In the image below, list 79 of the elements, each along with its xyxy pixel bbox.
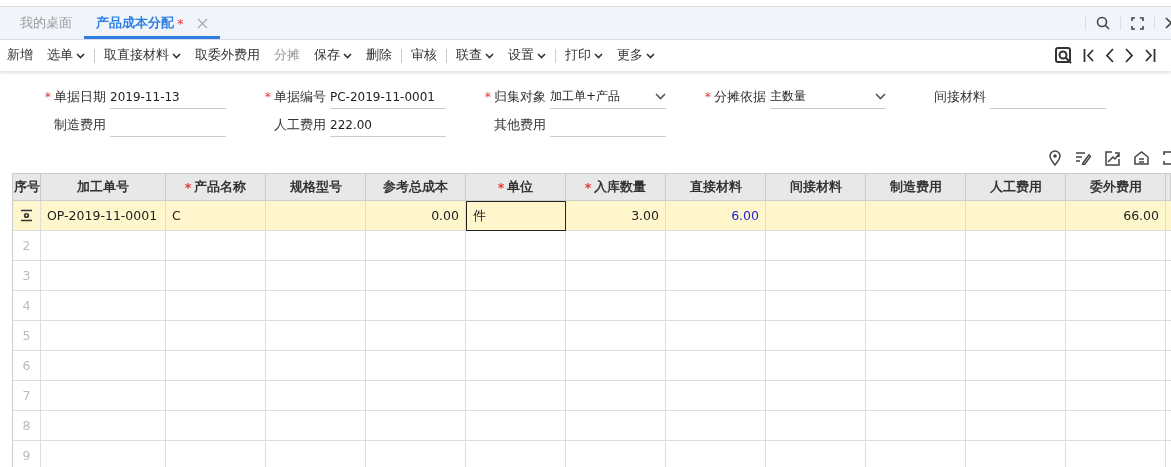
- caret-icon: [485, 52, 494, 59]
- select-field[interactable]: 加工单+产品: [550, 85, 666, 109]
- column-title: 产品名称: [194, 178, 247, 196]
- toolbar-button[interactable]: 设置: [501, 45, 553, 66]
- table-cell: 66.00: [1066, 201, 1166, 231]
- required-mark: *: [704, 88, 711, 104]
- column-title: 规格型号: [289, 178, 342, 196]
- chart-icon[interactable]: [1105, 150, 1120, 166]
- row-number: 7: [13, 381, 41, 411]
- toolbar-button[interactable]: 删除: [359, 45, 399, 66]
- field-label: 分摊依据: [714, 88, 766, 104]
- field-label: 制造费用: [54, 116, 106, 132]
- input-field[interactable]: PC-2019-11-0001: [330, 85, 446, 109]
- required-mark: *: [497, 179, 505, 195]
- caret-icon: [594, 52, 603, 59]
- table-cell: C: [166, 201, 266, 231]
- toolbar-button[interactable]: 联查: [449, 45, 501, 66]
- table-cell-editor[interactable]: 件: [466, 201, 566, 231]
- column-title: 入库数量: [594, 178, 647, 196]
- field-label: 归集对象: [494, 88, 546, 104]
- location-icon[interactable]: [1049, 150, 1061, 166]
- select-field[interactable]: 主数量: [770, 85, 886, 109]
- caret-icon: [655, 93, 666, 100]
- field-label: 其他费用: [494, 116, 546, 132]
- row-number: 6: [13, 351, 41, 381]
- row-number: 4: [13, 291, 41, 321]
- toolbar-button[interactable]: 取委外费用: [188, 45, 267, 66]
- row-settings-icon[interactable]: [20, 209, 33, 222]
- caret-icon: [875, 93, 886, 100]
- caret-icon: [343, 52, 352, 59]
- toolbar-button[interactable]: 保存: [307, 45, 359, 66]
- field-label: 单据编号: [274, 88, 326, 104]
- table-cell: 3.00: [566, 201, 666, 231]
- first-page-icon[interactable]: [1083, 48, 1094, 63]
- row-number: 2: [13, 231, 41, 261]
- previous-icon[interactable]: [1105, 48, 1114, 63]
- next-icon[interactable]: [1125, 48, 1134, 63]
- tab[interactable]: 产品成本分配 *: [84, 10, 220, 39]
- column-title: 单位: [507, 178, 534, 196]
- toolbar-button[interactable]: 取直接材料: [97, 45, 188, 66]
- toolbar-button[interactable]: 打印: [558, 45, 610, 66]
- toolbar-button[interactable]: 选单: [40, 45, 92, 66]
- home-icon[interactable]: [1134, 151, 1149, 165]
- row-number: 5: [13, 321, 41, 351]
- input-field[interactable]: 222.00: [330, 113, 446, 137]
- table-cell: OP-2019-11-0001: [41, 201, 166, 231]
- required-mark: *: [44, 88, 51, 104]
- required-mark: *: [584, 179, 592, 195]
- caret-icon: [537, 52, 546, 59]
- table-cell: 6.00: [666, 201, 766, 231]
- last-page-icon[interactable]: [1145, 48, 1156, 63]
- toolbar-button[interactable]: 新增: [0, 45, 40, 66]
- column-title: 人工费用: [989, 178, 1042, 196]
- column-title: 加工单号: [77, 178, 129, 196]
- toolbar-button[interactable]: 审核: [404, 45, 444, 66]
- column-title: 间接材料: [789, 178, 842, 196]
- field-label: 单据日期: [54, 88, 106, 104]
- caret-icon: [172, 52, 181, 59]
- preview-icon[interactable]: [1055, 47, 1072, 64]
- row-number: 8: [13, 411, 41, 441]
- column-title: 参考总成本: [383, 178, 448, 196]
- row-number: 9: [13, 441, 41, 467]
- field-label: 间接材料: [934, 88, 986, 104]
- required-mark: *: [184, 179, 192, 195]
- column-title: 序号: [13, 178, 40, 196]
- row-number: 3: [13, 261, 41, 291]
- caret-icon: [646, 52, 655, 59]
- required-mark: *: [264, 88, 271, 104]
- column-title: 制造费用: [889, 178, 942, 196]
- column-title: 直接材料: [689, 178, 742, 196]
- input-field[interactable]: 2019-11-13: [110, 85, 226, 109]
- caret-icon: [76, 52, 85, 59]
- required-mark: *: [484, 88, 491, 104]
- edit-icon[interactable]: [1075, 151, 1091, 165]
- fullscreen-icon[interactable]: [1163, 151, 1171, 165]
- table-cell: 0.00: [366, 201, 466, 231]
- toolbar-button[interactable]: 更多: [610, 45, 662, 66]
- field-label: 人工费用: [274, 116, 326, 132]
- column-title: 委外费用: [1089, 178, 1142, 196]
